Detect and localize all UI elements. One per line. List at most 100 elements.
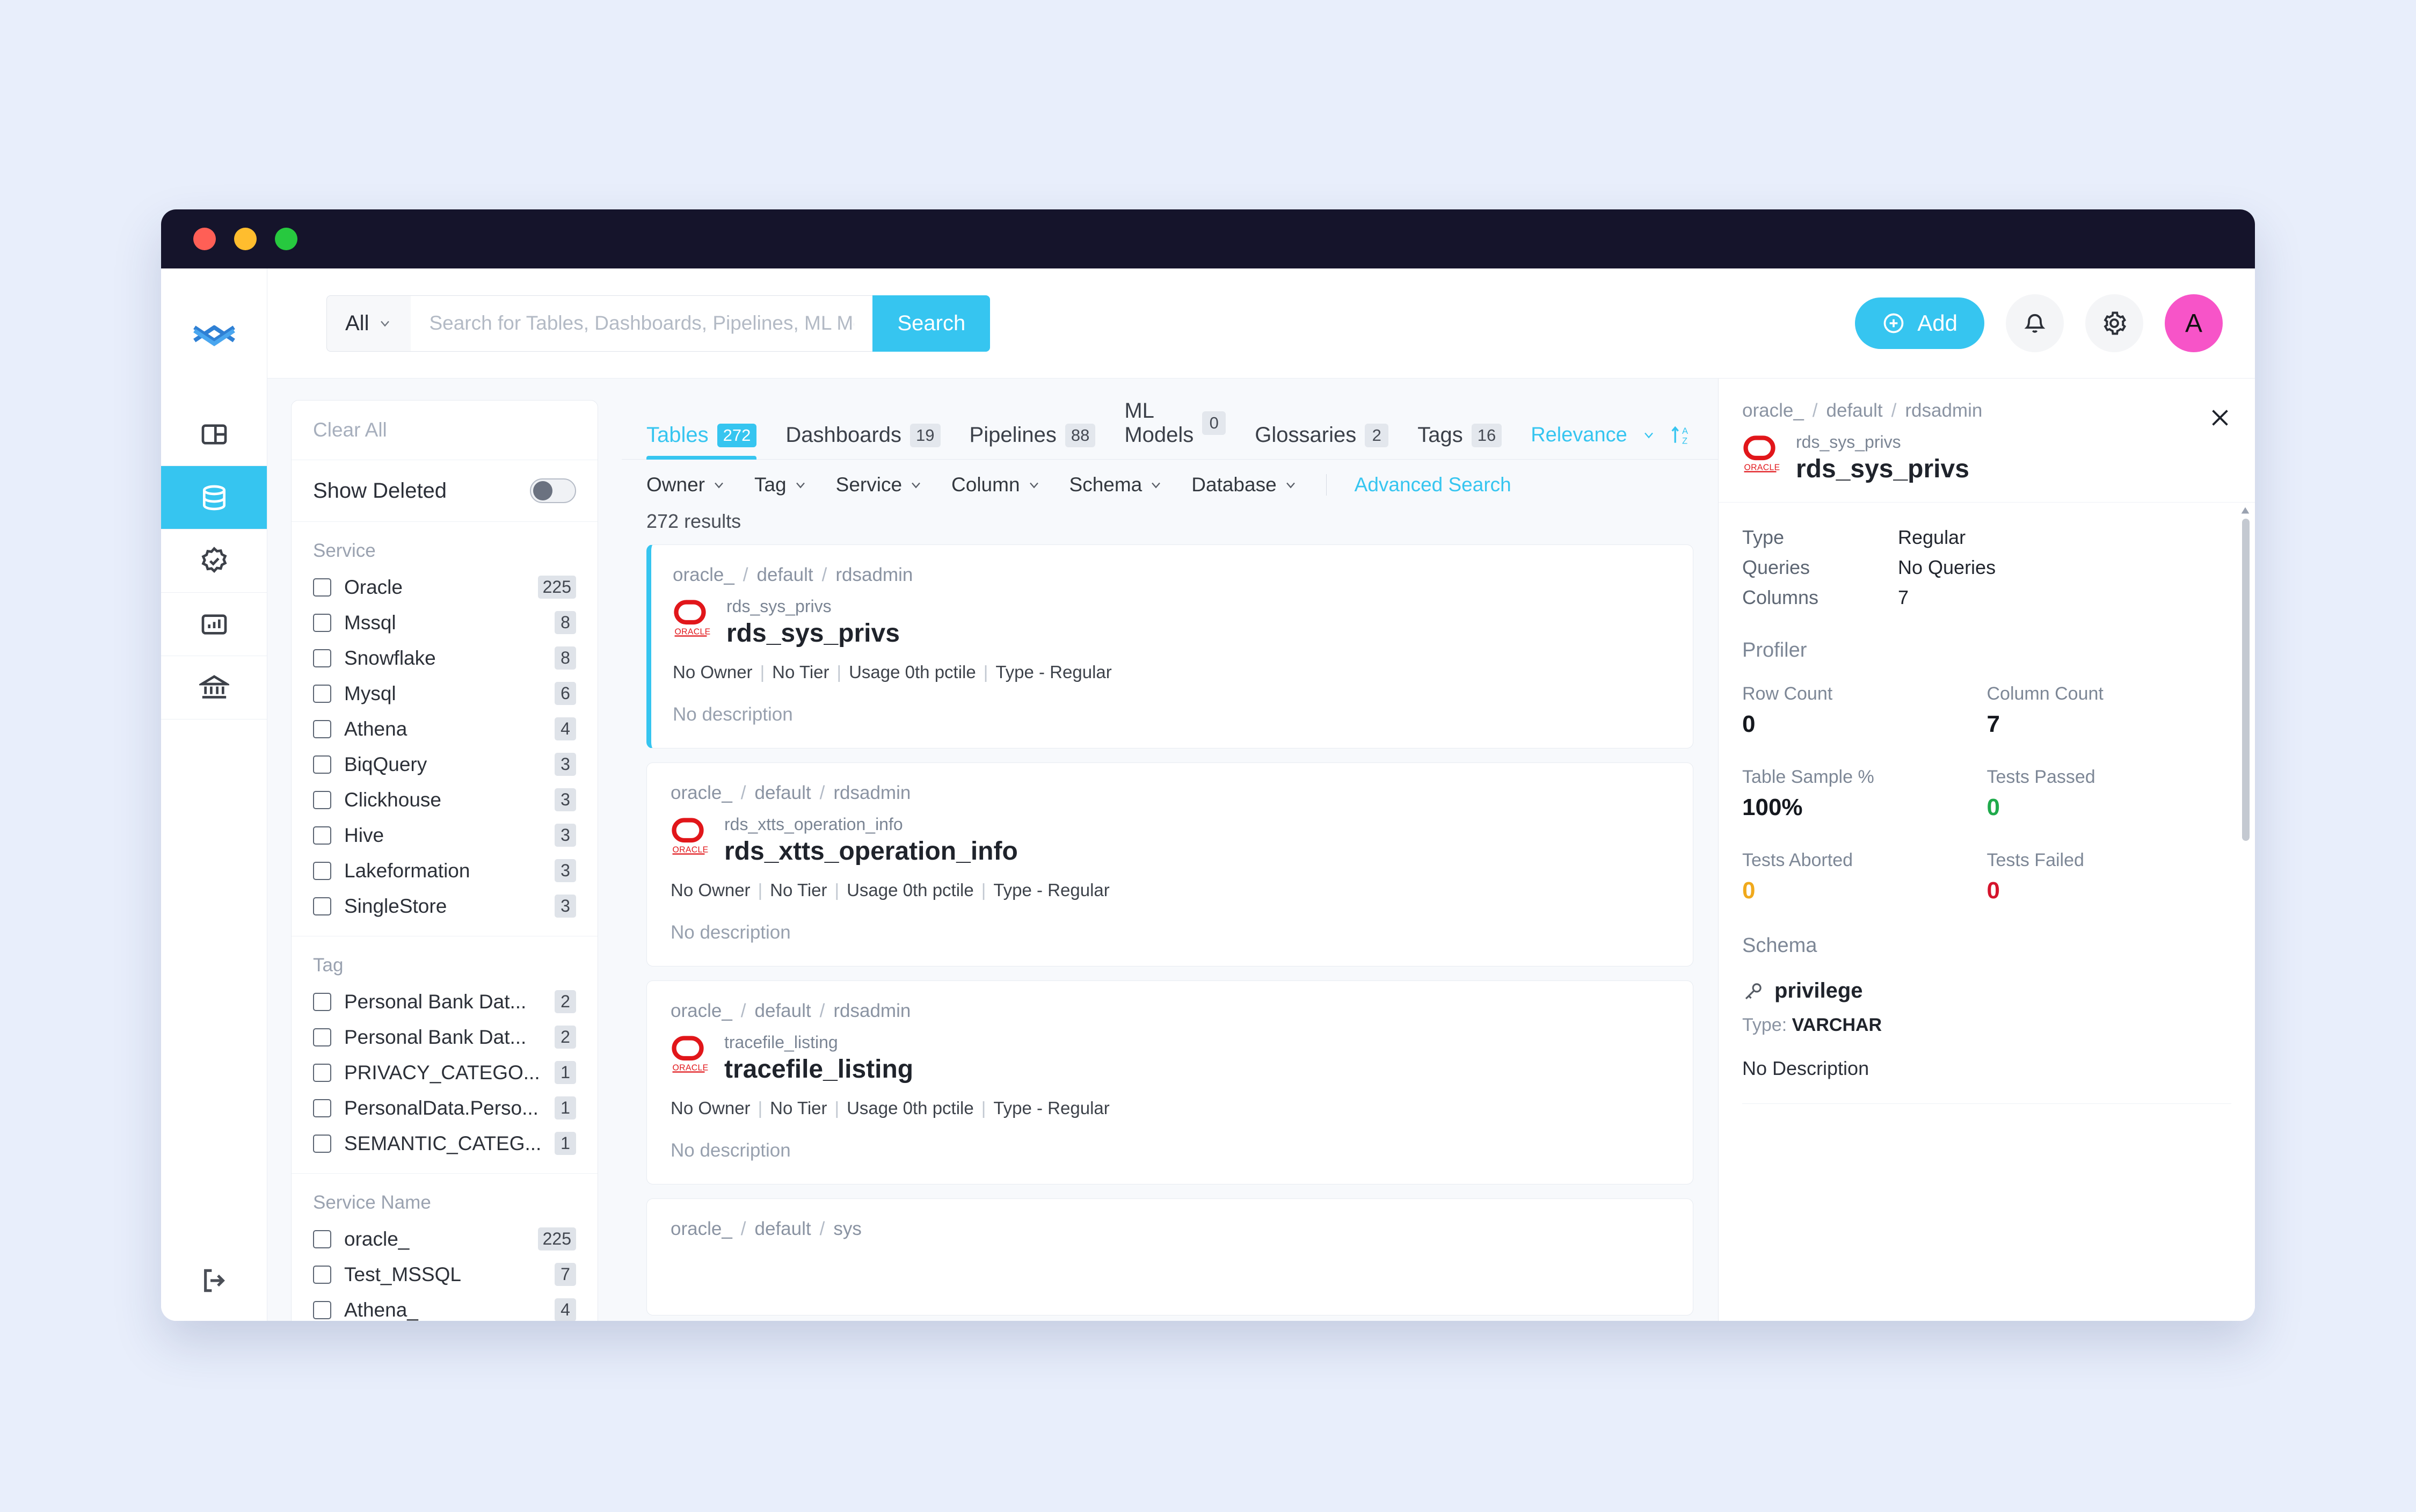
scroll-up-arrow-icon[interactable] [2239, 505, 2252, 517]
checkbox[interactable] [313, 790, 331, 809]
table-row[interactable]: oracle_ / default / sys [646, 1198, 1693, 1315]
checkbox[interactable] [313, 719, 331, 738]
filter-option-sn-0[interactable]: oracle_ 225 [313, 1227, 576, 1251]
filter-option-athena[interactable]: Athena 4 [313, 717, 576, 740]
filter-option-snowflake[interactable]: Snowflake 8 [313, 646, 576, 670]
app-logo[interactable] [161, 268, 267, 403]
breadcrumb-item[interactable]: default [755, 1000, 811, 1021]
table-row[interactable]: oracle_ / default / rdsadmin ORACLE [646, 544, 1693, 748]
checkbox[interactable] [313, 1230, 331, 1248]
breadcrumb-item[interactable]: sys [833, 1218, 862, 1239]
filter-option-tag-4[interactable]: SEMANTIC_CATEG... 1 [313, 1132, 576, 1155]
filter-option-tag-1[interactable]: Personal Bank Dat... 2 [313, 1026, 576, 1049]
settings-button[interactable] [2085, 294, 2143, 352]
checkbox[interactable] [313, 1099, 331, 1117]
tab-dashboards[interactable]: Dashboards 19 [785, 417, 941, 459]
breadcrumb-item[interactable]: default [755, 1218, 811, 1239]
checkbox[interactable] [313, 1300, 331, 1319]
add-button[interactable]: Add [1855, 297, 1984, 349]
sort-field-label[interactable]: Relevance [1531, 424, 1627, 447]
filter-option-clickhouse[interactable]: Clickhouse 3 [313, 788, 576, 811]
checkbox[interactable] [313, 1265, 331, 1284]
tab-tables[interactable]: Tables 272 [646, 417, 757, 460]
table-name[interactable]: tracefile_listing [724, 1055, 913, 1084]
usage-value: Usage 0th pctile [847, 1098, 974, 1118]
search-input[interactable] [411, 295, 873, 352]
notifications-button[interactable] [2006, 294, 2064, 352]
sidebar-item-insights[interactable] [161, 593, 267, 656]
breadcrumb-item[interactable]: rdsadmin [833, 1000, 911, 1021]
checkbox[interactable] [313, 861, 331, 880]
checkbox[interactable] [313, 578, 331, 597]
detail-scrollbar[interactable] [2242, 519, 2250, 841]
table-row[interactable]: oracle_ / default / rdsadmin ORACLE [646, 980, 1693, 1184]
dropdown-database[interactable]: Database [1191, 474, 1298, 496]
checkbox[interactable] [313, 897, 331, 915]
dropdown-schema[interactable]: Schema [1069, 474, 1164, 496]
avatar[interactable]: A [2165, 294, 2223, 352]
checkbox[interactable] [313, 649, 331, 667]
close-window-button[interactable] [193, 228, 216, 250]
filter-option-mysql[interactable]: Mysql 6 [313, 682, 576, 705]
breadcrumb-item[interactable]: default [755, 782, 811, 803]
filter-option-sn-2[interactable]: Athena_ 4 [313, 1298, 576, 1321]
sidebar-item-explore[interactable] [161, 466, 267, 529]
logout-button[interactable] [161, 1240, 267, 1321]
filter-option-mssql[interactable]: Mssql 8 [313, 611, 576, 634]
maximize-window-button[interactable] [275, 228, 297, 250]
checkbox[interactable] [313, 826, 331, 845]
checkbox[interactable] [313, 684, 331, 703]
breadcrumb-item[interactable]: oracle_ [673, 564, 734, 585]
table-name[interactable]: rds_xtts_operation_info [724, 837, 1018, 866]
sidebar-item-my-data[interactable] [161, 403, 267, 466]
filter-option-sn-1[interactable]: Test_MSSQL 7 [313, 1263, 576, 1286]
tab-tags[interactable]: Tags 16 [1417, 417, 1502, 459]
checkbox[interactable] [313, 1063, 331, 1082]
dropdown-owner[interactable]: Owner [646, 474, 726, 496]
sort-az-icon[interactable]: A Z [1670, 423, 1694, 447]
table-row[interactable]: oracle_ / default / rdsadmin ORACLE [646, 762, 1693, 966]
breadcrumb-item[interactable]: oracle_ [1742, 400, 1804, 421]
filter-option-hive[interactable]: Hive 3 [313, 824, 576, 847]
checkbox[interactable] [313, 992, 331, 1011]
breadcrumb-item[interactable]: default [1826, 400, 1883, 421]
tab-pipelines[interactable]: Pipelines 88 [970, 417, 1096, 459]
filter-option-tag-0[interactable]: Personal Bank Dat... 2 [313, 990, 576, 1013]
dropdown-tag[interactable]: Tag [754, 474, 808, 496]
checkbox[interactable] [313, 1134, 331, 1153]
tab-ml-models[interactable]: ML Models 0 [1124, 392, 1226, 459]
chevron-down-icon[interactable] [1641, 427, 1656, 442]
filter-option-tag-3[interactable]: PersonalData.Perso... 1 [313, 1096, 576, 1120]
dropdown-service[interactable]: Service [836, 474, 923, 496]
checkbox[interactable] [313, 755, 331, 774]
close-icon[interactable] [2208, 405, 2232, 430]
advanced-search-link[interactable]: Advanced Search [1355, 474, 1511, 496]
sidebar-item-quality[interactable] [161, 529, 267, 593]
breadcrumb-item[interactable]: rdsadmin [833, 782, 911, 803]
sidebar-item-governance[interactable] [161, 656, 267, 719]
filter-option-lakeformation[interactable]: Lakeformation 3 [313, 859, 576, 882]
breadcrumb-item[interactable]: oracle_ [671, 1000, 732, 1021]
breadcrumb-item[interactable]: rdsadmin [1905, 400, 1982, 421]
results-list[interactable]: oracle_ / default / rdsadmin ORACLE rds_… [622, 544, 1718, 1321]
tab-glossaries[interactable]: Glossaries 2 [1255, 417, 1389, 459]
filter-option-tag-2[interactable]: PRIVACY_CATEGO... 1 [313, 1061, 576, 1084]
search-button[interactable]: Search [872, 295, 991, 352]
breadcrumb-item[interactable]: oracle_ [671, 1218, 732, 1239]
checkbox[interactable] [313, 613, 331, 632]
breadcrumb-item[interactable]: rdsadmin [835, 564, 913, 585]
filter-option-biqquery[interactable]: BiqQuery 3 [313, 753, 576, 776]
filter-option-singlestore[interactable]: SingleStore 3 [313, 895, 576, 918]
table-description: No description [671, 1140, 791, 1161]
breadcrumb-item[interactable]: default [757, 564, 813, 585]
breadcrumb-item[interactable]: oracle_ [671, 782, 732, 803]
minimize-window-button[interactable] [234, 228, 257, 250]
search-scope-dropdown[interactable]: All [326, 295, 411, 352]
dropdown-column[interactable]: Column [951, 474, 1042, 496]
clear-all-button[interactable]: Clear All [313, 419, 576, 441]
filter-option-oracle[interactable]: Oracle 225 [313, 576, 576, 599]
checkbox[interactable] [313, 1028, 331, 1046]
table-name[interactable]: rds_sys_privs [726, 619, 900, 648]
show-deleted-toggle[interactable] [530, 478, 576, 503]
breadcrumb-separator: / [819, 782, 825, 803]
